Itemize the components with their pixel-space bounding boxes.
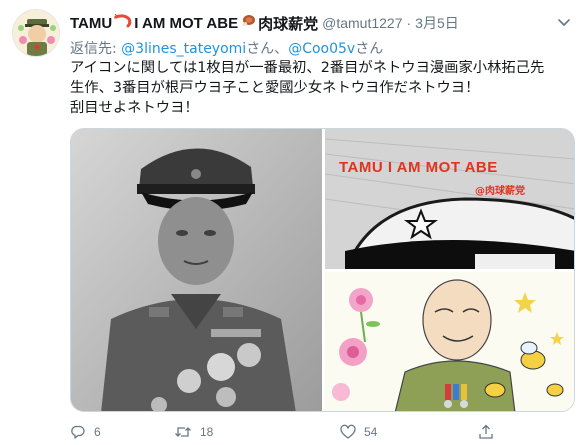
tweet-actions: 6 18 54 [70,424,510,444]
display-name[interactable]: TAMU [70,15,112,32]
separator-dot: · [406,15,412,31]
tweet-date[interactable]: 3月5日 [415,13,459,33]
reply-count: 6 [94,425,101,439]
reply-icon[interactable] [70,424,86,440]
display-name-mid[interactable]: I AM MOT ABE [134,15,238,32]
like-action[interactable]: 54 [340,424,377,440]
tweet-text-line: 刮目せよネトウヨ！ [70,100,199,116]
media-image-manga-title: TAMU I AM MOT ABE [339,159,498,176]
shrimp-emoji-icon [114,13,132,32]
like-count: 54 [364,425,378,439]
avatar[interactable] [12,9,60,57]
share-action[interactable] [478,424,502,440]
user-handle[interactable]: @tamut1227 [322,15,402,31]
caret-down-icon[interactable] [556,14,572,30]
tweet-text-line: 生作、3番目が根戸ウヨ子こと愛國少女ネトウヨ作だネトウヨ！ [70,80,480,96]
meat-emoji-icon [240,13,256,33]
reply-prefix: 返信先: [70,41,122,57]
media-grid: TAMU I AM MOT ABE @肉球薪党 [70,128,575,412]
display-name-end[interactable]: 肉球薪党 [258,13,318,34]
retweet-count: 18 [200,425,214,439]
reply-mid: さん、 [246,41,289,57]
media-image-manga-subtitle: @肉球薪党 [475,186,525,197]
reply-suffix: さん [355,41,384,57]
retweet-icon[interactable] [174,424,192,440]
tweet-text: アイコンに関しては1枚目が一番最初、2番目がネトウヨ漫画家小林拓己先 生作、3番… [70,58,575,118]
reply-to-line: 返信先: @3lines_tateyomiさん、@Coo05vさん [70,38,383,58]
tweet-text-line: アイコンに関しては1枚目が一番最初、2番目がネトウヨ漫画家小林拓己先 [70,60,545,76]
media-image-portrait[interactable] [71,129,322,411]
tweet: TAMU I AM MOT ABE 肉球薪党 @tamut1227 · 3月5日… [0,0,586,445]
like-icon[interactable] [340,424,356,440]
media-image-manga[interactable]: TAMU I AM MOT ABE @肉球薪党 [325,129,574,269]
share-icon[interactable] [478,424,494,440]
retweet-action[interactable]: 18 [174,424,213,440]
tweet-header: TAMU I AM MOT ABE 肉球薪党 @tamut1227 · 3月5日 [70,12,459,34]
reply-mention-2[interactable]: @Coo05v [288,41,355,57]
media-image-drawing[interactable] [325,272,574,411]
reply-mention-1[interactable]: @3lines_tateyomi [121,41,246,57]
reply-action[interactable]: 6 [70,424,101,440]
